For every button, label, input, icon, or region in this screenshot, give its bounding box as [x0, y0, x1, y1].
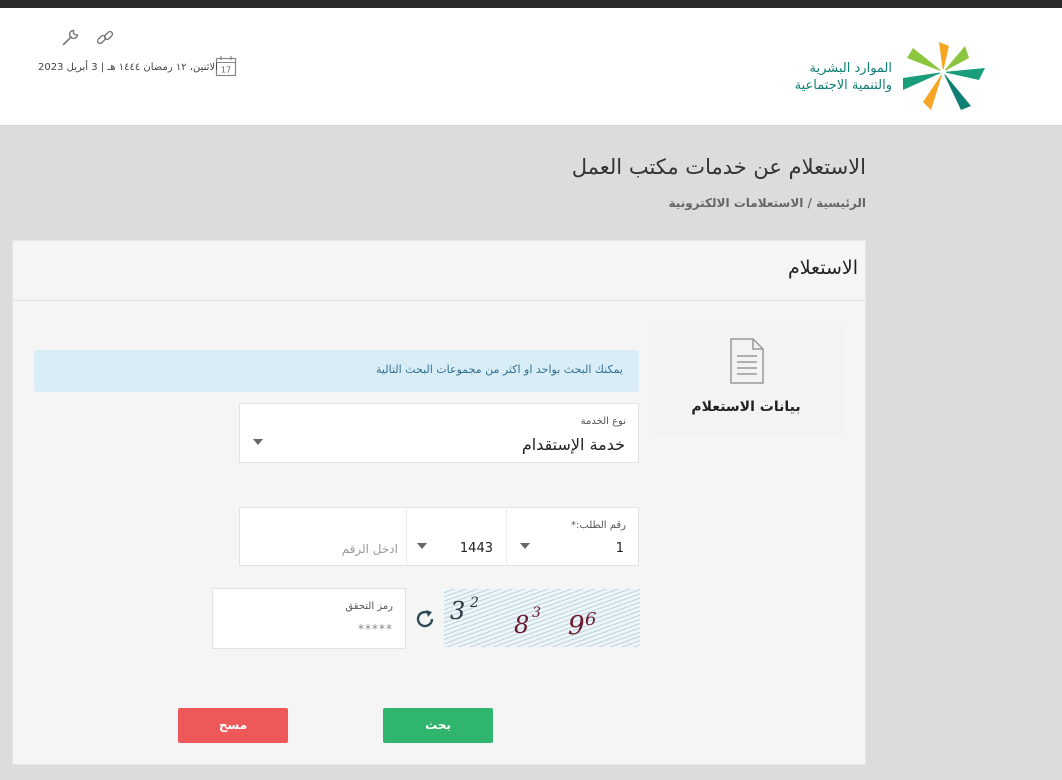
request-number-group: رقم الطلب:* 1 1443 [239, 507, 639, 578]
calendar-icon: 17 [215, 55, 237, 81]
inquiry-data-card[interactable]: بيانات الاستعلام [649, 321, 843, 437]
captcha-image: 3 2 8 3 9 6 [444, 589, 640, 647]
field-divider [506, 509, 507, 565]
inquiry-data-label: بيانات الاستعلام [691, 399, 801, 415]
captcha-char: 8 [514, 611, 530, 639]
link-icon[interactable] [94, 27, 116, 49]
breadcrumb[interactable]: الرئيسية / الاستعلامات الالكترونية [669, 196, 866, 210]
captcha-char: 2 [470, 595, 479, 611]
field-divider [406, 509, 407, 565]
logo-line-1: الموارد البشرية [809, 61, 892, 76]
calendar-day: 17 [221, 66, 231, 75]
request-number-input[interactable] [240, 520, 406, 578]
service-type-select[interactable]: نوع الخدمة خدمة الإستقدام [239, 403, 639, 463]
captcha-char: 3 [450, 597, 466, 625]
info-alert: يمكنك البحث بواحد او اكثر من مجموعات الب… [34, 350, 639, 392]
verification-code-label: رمز التحقق [345, 601, 393, 612]
verification-code-input[interactable] [221, 619, 393, 639]
request-year-select[interactable]: 1443 [407, 508, 506, 566]
site-header: 17 الاثنين، ١٢ رمضان ١٤٤٤ هـ | 3 أبريل 2… [0, 8, 1062, 126]
request-year-value: 1443 [459, 541, 493, 556]
chevron-down-icon [417, 543, 427, 549]
captcha-char: 9 [568, 611, 585, 641]
request-prefix-value: 1 [615, 541, 624, 556]
current-date: الاثنين، ١٢ رمضان ١٤٤٤ هـ | 3 أبريل 2023 [38, 62, 218, 73]
panel-header: الاستعلام [13, 241, 865, 301]
service-type-value: خدمة الإستقدام [521, 435, 625, 454]
logo-line-2: والتنمية الاجتماعية [794, 78, 892, 93]
document-icon [729, 338, 765, 388]
clear-button[interactable]: مسح [178, 708, 288, 743]
chevron-down-icon [520, 543, 530, 549]
service-type-label: نوع الخدمة [580, 416, 626, 427]
top-bar [0, 0, 1062, 8]
inquiry-panel: الاستعلام بيانات الاستعلام يمكنك البحث ب… [12, 240, 866, 765]
captcha-char: 3 [532, 605, 541, 621]
panel-title: الاستعلام [787, 257, 858, 279]
refresh-captcha-icon[interactable] [413, 607, 437, 631]
search-button[interactable]: بحث [383, 708, 493, 743]
captcha-char: 6 [585, 609, 597, 630]
wrench-icon[interactable] [59, 27, 81, 49]
page-title: الاستعلام عن خدمات مكتب العمل [571, 155, 866, 179]
ministry-logo-icon[interactable] [898, 40, 988, 114]
info-message: يمكنك البحث بواحد او اكثر من مجموعات الب… [376, 363, 623, 376]
chevron-down-icon [253, 439, 263, 445]
verification-code-field: رمز التحقق [212, 588, 406, 649]
request-prefix-select[interactable]: 1 [507, 508, 639, 566]
logo-text: الموارد البشرية والتنمية الاجتماعية [768, 60, 892, 94]
